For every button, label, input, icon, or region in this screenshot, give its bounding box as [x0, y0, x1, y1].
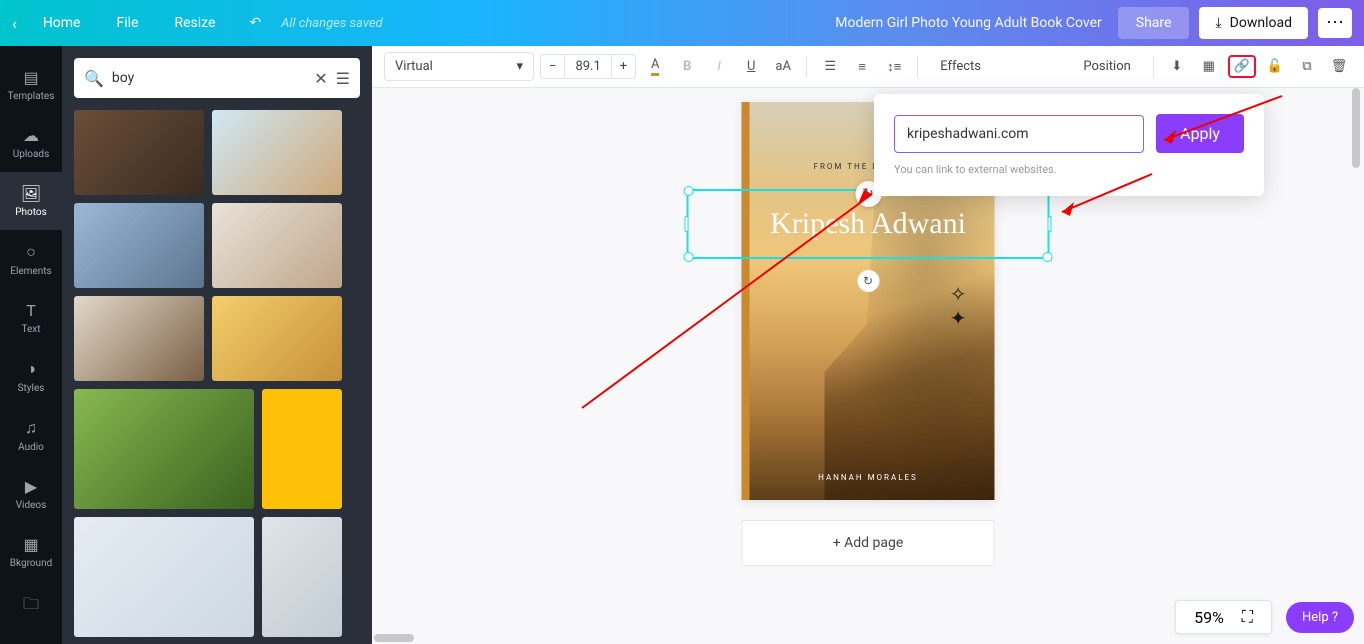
- photo-thumb[interactable]: [262, 389, 342, 509]
- font-size-group: − 89.1 +: [540, 54, 636, 79]
- italic-button[interactable]: I: [706, 54, 732, 80]
- help-button[interactable]: Help ?: [1286, 602, 1354, 633]
- nav-rail: ▤Templates ☁Uploads 🖼Photos ○Elements TT…: [0, 46, 62, 644]
- link-hint: You can link to external websites.: [894, 163, 1244, 176]
- photo-thumb[interactable]: [212, 110, 342, 195]
- position-button[interactable]: Position: [1071, 53, 1142, 80]
- side-panel: 🔍 ✕ ☰ ‹: [62, 46, 372, 644]
- sync-icon[interactable]: ↻: [857, 270, 879, 292]
- resize-button[interactable]: Resize: [160, 9, 229, 37]
- zoom-control[interactable]: 59% ⛶: [1175, 600, 1272, 634]
- link-button[interactable]: 🔗: [1228, 55, 1256, 78]
- underline-button[interactable]: U: [738, 54, 764, 80]
- link-popover: Apply You can link to external websites.: [874, 94, 1264, 196]
- rail-styles[interactable]: ◑Styles: [0, 347, 62, 406]
- rail-videos[interactable]: ▶Videos: [0, 465, 62, 523]
- vertical-scrollbar[interactable]: [1352, 88, 1360, 644]
- lock-icon[interactable]: 🔓: [1262, 54, 1288, 80]
- case-button[interactable]: aA: [770, 54, 796, 80]
- effects-button[interactable]: Effects: [928, 53, 993, 80]
- elements-icon: ○: [0, 242, 62, 262]
- rail-bkground[interactable]: ▦Bkground: [0, 523, 62, 581]
- font-size-value[interactable]: 89.1: [564, 55, 611, 78]
- undo-icon[interactable]: ↶: [249, 15, 261, 31]
- photo-thumb[interactable]: [212, 296, 342, 381]
- font-select[interactable]: Virtual▾: [384, 52, 534, 81]
- link-icon: 🔗: [1234, 59, 1250, 74]
- bottom-bar: 59% ⛶ Help ?: [1175, 600, 1354, 634]
- fullscreen-icon[interactable]: ⛶: [1242, 607, 1253, 627]
- add-page-button[interactable]: + Add page: [742, 520, 995, 566]
- rail-photos[interactable]: 🖼Photos: [0, 172, 62, 230]
- trash-icon[interactable]: 🗑: [1326, 54, 1352, 80]
- bold-button[interactable]: B: [674, 54, 700, 80]
- spacing-button[interactable]: ↕≡: [881, 54, 907, 80]
- canvas-area: Virtual▾ − 89.1 + A B I U aA ☰ ≡ ↕≡ Effe…: [372, 46, 1364, 644]
- styles-icon: ◑: [0, 359, 62, 379]
- photo-thumb[interactable]: [74, 296, 204, 381]
- zoom-value: 59%: [1194, 608, 1224, 627]
- duplicate-icon[interactable]: ⧉: [1294, 54, 1320, 80]
- videos-icon: ▶: [0, 477, 62, 496]
- rail-elements[interactable]: ○Elements: [0, 230, 62, 289]
- filter-icon[interactable]: ☰: [336, 69, 350, 88]
- file-button[interactable]: File: [103, 9, 153, 37]
- transparency-icon[interactable]: ▦: [1196, 54, 1222, 80]
- rail-templates[interactable]: ▤Templates: [0, 56, 62, 114]
- back-chevron-icon[interactable]: ‹: [12, 14, 17, 33]
- clear-icon[interactable]: ✕: [314, 69, 327, 88]
- photo-thumb[interactable]: [212, 203, 342, 288]
- size-increase[interactable]: +: [612, 55, 635, 78]
- topbar-left: ‹ Home File Resize ↶ All changes saved: [12, 9, 383, 37]
- rail-more[interactable]: 🗀: [0, 581, 62, 636]
- share-button[interactable]: Share: [1118, 7, 1190, 39]
- home-button[interactable]: Home: [29, 9, 95, 37]
- photo-thumb[interactable]: [74, 110, 204, 195]
- topbar: ‹ Home File Resize ↶ All changes saved M…: [0, 0, 1364, 46]
- horizontal-scrollbar[interactable]: [374, 634, 1352, 642]
- link-url-input[interactable]: [894, 115, 1144, 153]
- copy-style-icon[interactable]: ⬇: [1164, 54, 1190, 80]
- bkground-icon: ▦: [0, 535, 62, 554]
- download-icon: ⤓: [1215, 15, 1221, 31]
- cover-bottom-name[interactable]: HANNAH MORALES: [742, 473, 995, 482]
- text-icon: T: [0, 301, 62, 320]
- rail-text[interactable]: TText: [0, 289, 62, 347]
- photo-grid: [74, 110, 360, 637]
- audio-icon: ♫: [0, 418, 62, 438]
- download-button[interactable]: ⤓Download: [1199, 7, 1308, 39]
- uploads-icon: ☁: [0, 126, 62, 145]
- sparkle-element[interactable]: ✧✦: [950, 282, 967, 330]
- photo-thumb[interactable]: [74, 389, 254, 509]
- photo-thumb[interactable]: [74, 203, 204, 288]
- list-button[interactable]: ≡: [849, 54, 875, 80]
- search-bar: 🔍 ✕ ☰: [74, 58, 360, 98]
- search-icon: 🔍: [84, 69, 104, 88]
- cover-author[interactable]: Kripesh Adwani: [770, 207, 966, 241]
- workspace[interactable]: FROM THE DIARY OF Kripesh Adwani ↻ ↻ ✧✦ …: [372, 88, 1364, 644]
- photo-thumb[interactable]: [74, 517, 254, 637]
- rail-uploads[interactable]: ☁Uploads: [0, 114, 62, 172]
- folder-icon: 🗀: [0, 593, 62, 620]
- photos-icon: 🖼: [0, 184, 62, 203]
- more-button[interactable]: ⋯: [1318, 8, 1352, 38]
- save-status: All changes saved: [281, 16, 382, 31]
- selection-box[interactable]: Kripesh Adwani ↻: [687, 189, 1050, 259]
- photo-thumb[interactable]: [262, 517, 342, 637]
- context-toolbar: Virtual▾ − 89.1 + A B I U aA ☰ ≡ ↕≡ Effe…: [372, 46, 1364, 88]
- rail-audio[interactable]: ♫Audio: [0, 406, 62, 465]
- chevron-down-icon: ▾: [516, 59, 523, 74]
- align-button[interactable]: ☰: [817, 54, 843, 80]
- apply-button[interactable]: Apply: [1156, 114, 1244, 153]
- templates-icon: ▤: [0, 68, 62, 87]
- design-title[interactable]: Modern Girl Photo Young Adult Book Cover: [835, 15, 1102, 31]
- search-input[interactable]: [112, 70, 306, 86]
- size-decrease[interactable]: −: [541, 55, 564, 78]
- text-color-button[interactable]: A: [642, 54, 668, 80]
